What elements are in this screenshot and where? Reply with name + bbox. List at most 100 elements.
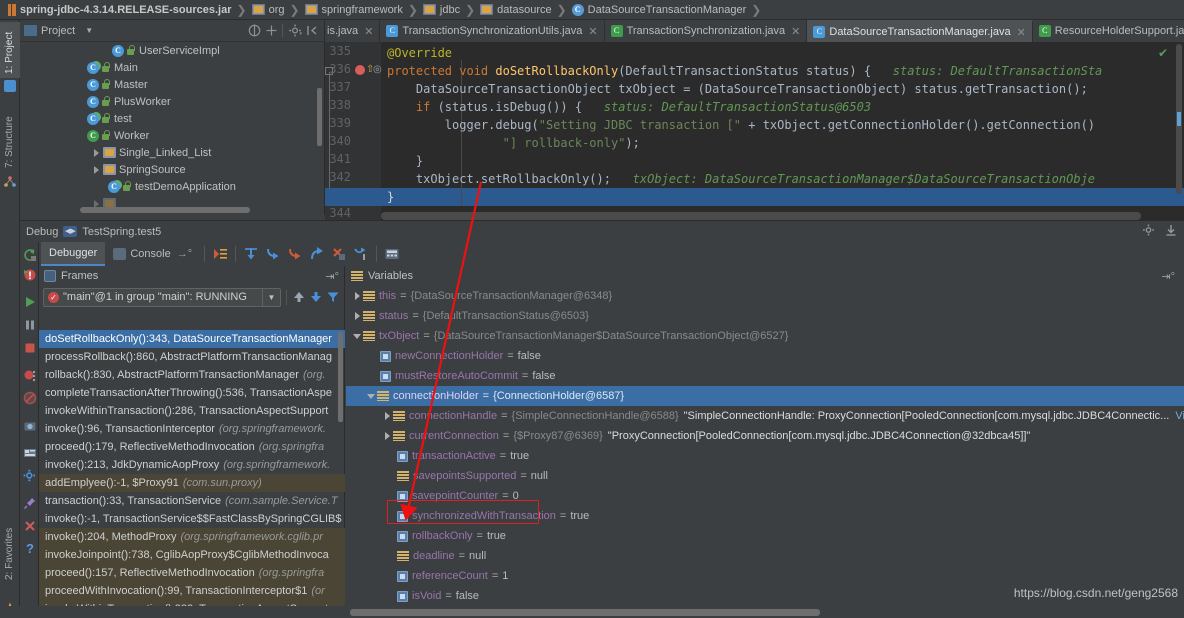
gear-icon[interactable]: ▾ [288,23,303,38]
breadcrumb-item-datasource[interactable]: datasource [476,0,555,20]
evaluate-expression-icon[interactable] [384,246,400,262]
project-tree-scrollbar[interactable] [317,88,322,146]
tree-row[interactable]: this = {DataSourceTransactionManager@634… [346,286,1184,306]
chevron-right-icon[interactable] [352,291,363,302]
frames-scrollbar[interactable] [338,332,343,422]
list-item[interactable]: C UserServiceImpl [20,42,324,59]
list-item[interactable]: invoke():213, JdkDynamicAopProxy (org.spr… [39,456,345,474]
pause-program-icon[interactable] [23,318,37,332]
sidebar-item-structure[interactable]: 7: Structure [0,104,20,172]
list-item[interactable]: processRollback():860, AbstractPlatformT… [39,348,345,366]
close-icon[interactable]: ✕ [588,25,597,38]
list-item[interactable]: Single_Linked_List [20,144,324,161]
chevron-right-icon[interactable] [382,431,393,442]
project-tree-hscrollbar[interactable] [80,207,250,213]
step-out-icon[interactable] [309,246,325,262]
list-item[interactable]: addEmplyee():-1, $Proxy91 (com.sun.proxy) [39,474,345,492]
camera-icon[interactable] [23,419,37,433]
tree-row[interactable]: deadline = null [346,546,1184,566]
tree-row[interactable]: referenceCount = 1 [346,566,1184,586]
tab-debugger[interactable]: Debugger [41,242,106,266]
stop-breakpoint-icon[interactable] [23,268,37,282]
list-item[interactable]: C Main [20,59,324,76]
list-item[interactable]: invokeWithinTransaction():286, Transacti… [39,402,345,420]
list-item[interactable]: invoke():204, MethodProxy (org.springfram… [39,528,345,546]
tree-row-rollback-only[interactable]: rollbackOnly = true [346,526,1184,546]
list-item[interactable]: C Master [20,76,324,93]
settings-icon[interactable]: ⇥° [1161,270,1179,283]
chevron-down-icon[interactable] [366,391,377,402]
rerun-icon[interactable] [23,248,37,262]
breadcrumb-item-jdbc[interactable]: jdbc [419,0,464,20]
sidebar-item-favorites[interactable]: 2: Favorites [0,518,20,584]
variables-tree[interactable]: this = {DataSourceTransactionManager@634… [346,286,1184,618]
list-item[interactable]: rollback():830, AbstractPlatformTransact… [39,366,345,384]
resume-program-icon[interactable] [23,295,37,309]
tree-row[interactable]: connectionHandle = {SimpleConnectionHand… [346,406,1184,426]
list-item[interactable]: proceedWithInvocation():99, TransactionI… [39,582,345,600]
list-item[interactable]: proceed():157, ReflectiveMethodInvocatio… [39,564,345,582]
close-icon[interactable]: ✕ [1017,26,1026,39]
list-item[interactable]: C test [20,110,324,127]
code-content[interactable]: @Override protected void doSetRollbackOn… [381,42,1184,220]
chevron-right-icon[interactable] [92,165,102,175]
tree-row[interactable]: savepointsSupported = null [346,466,1184,486]
show-execution-point-icon[interactable] [212,246,228,262]
tab-resource-holder-support[interactable]: ResourceHolderSupport.java ✕ [1033,20,1184,42]
chevron-down-icon[interactable]: ▼ [262,288,276,306]
breadcrumb-item-org[interactable]: org [248,0,289,20]
help-icon[interactable]: ? [23,542,37,556]
step-over-icon[interactable] [243,246,259,262]
move-frame-down-icon[interactable] [309,290,323,304]
list-item[interactable]: proceed():179, ReflectiveMethodInvocatio… [39,438,345,456]
chevron-right-icon[interactable] [92,148,102,158]
list-item[interactable]: C Worker [20,127,324,144]
tree-row[interactable]: txObject = {DataSourceTransactionManager… [346,326,1184,346]
settings-icon[interactable]: ⇥° [325,270,339,283]
editor-hscrollbar[interactable] [381,212,1141,220]
inspection-ok-icon[interactable]: ✔ [1158,46,1168,60]
chevron-right-icon[interactable] [352,311,363,322]
tab-transaction-synchronization-utils[interactable]: TransactionSynchronizationUtils.java ✕ [380,20,605,42]
list-item[interactable]: invoke():96, TransactionInterceptor (org.… [39,420,345,438]
tab-truncated[interactable]: is.java ✕ [325,20,381,42]
tree-row[interactable]: newConnectionHolder = false [346,346,1184,366]
breakpoint-icon[interactable] [355,65,365,75]
stop-icon[interactable] [23,341,37,355]
pin-icon[interactable] [23,496,37,510]
list-item[interactable]: invokeJoinpoint():738, CglibAopProxy$Cgl… [39,546,345,564]
gear-icon[interactable] [23,469,37,483]
collapse-all-icon[interactable] [247,23,262,38]
filter-frames-icon[interactable] [326,290,340,304]
breadcrumb-item-jar[interactable]: spring-jdbc-4.3.14.RELEASE-sources.jar [4,0,236,20]
list-item[interactable]: C PlusWorker [20,93,324,110]
list-item[interactable]: C testDemoApplication [20,178,324,195]
sidebar-item-project[interactable]: 1: Project [0,22,20,78]
close-icon[interactable] [23,519,37,533]
frames-list[interactable]: doSetRollbackOnly():343, DataSourceTrans… [39,330,345,618]
layout-settings-icon[interactable] [23,446,37,460]
list-item[interactable]: transaction():33, TransactionService (com… [39,492,345,510]
view-link[interactable]: View [1175,410,1184,422]
step-into-icon[interactable] [265,246,281,262]
project-tree[interactable]: C UserServiceImpl C Main C Master C Plus… [20,42,324,215]
expand-all-icon[interactable] [264,23,279,38]
force-step-into-icon[interactable] [287,246,303,262]
move-frame-up-icon[interactable] [292,290,306,304]
tree-row[interactable]: mustRestoreAutoCommit = false [346,366,1184,386]
hide-panel-icon[interactable] [305,23,320,38]
list-item[interactable]: doSetRollbackOnly():343, DataSourceTrans… [39,330,345,348]
tree-row[interactable]: connectionHolder = {ConnectionHolder@658… [346,386,1184,406]
breadcrumb-item-springframework[interactable]: springframework [301,0,407,20]
close-icon[interactable]: ✕ [791,25,800,38]
chevron-right-icon[interactable] [382,411,393,422]
list-item[interactable]: SpringSource [20,161,324,178]
tree-row[interactable]: currentConnection = {$Proxy87@6369} "Pro… [346,426,1184,446]
run-to-cursor-icon[interactable] [353,246,369,262]
thread-selector[interactable]: "main"@1 in group "main": RUNNING ▼ [43,287,281,307]
chevron-down-icon[interactable]: ▼ [85,26,93,35]
breadcrumb-item-class[interactable]: C DataSourceTransactionManager [568,0,751,20]
hide-panel-icon[interactable] [1164,223,1178,240]
mute-breakpoints-icon[interactable] [23,391,37,405]
drop-frame-icon[interactable] [331,246,347,262]
